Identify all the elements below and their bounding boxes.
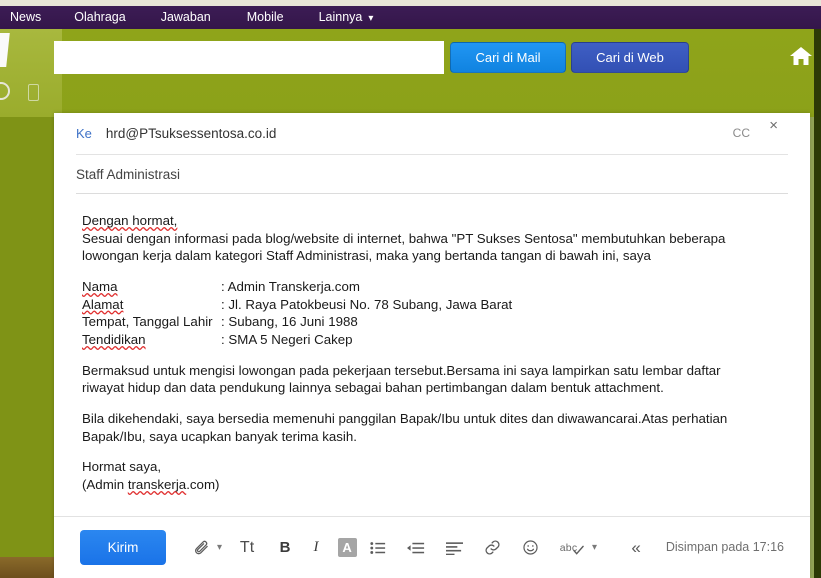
text-format-icon[interactable]: Tt [236,535,258,561]
search-input[interactable] [54,41,444,74]
chevron-down-icon: ▾ [368,7,373,30]
align-left-icon[interactable] [443,535,465,561]
font-color-icon[interactable]: A [336,535,358,561]
nav-item-olahraga[interactable]: Olahraga [74,6,125,29]
subject-field[interactable]: Staff Administrasi [76,167,180,182]
nav-item-news[interactable]: News [10,6,41,29]
greeting-text: Dengan hormat, [82,213,177,228]
body-paragraph-2: Bermaksud untuk mengisi lowongan pada pe… [82,362,788,397]
nav-item-mobile[interactable]: Mobile [247,6,284,29]
paragraph-line: riwayat hidup dan data pendukung lainnya… [82,379,788,397]
nav-item-label: Mobile [247,10,284,24]
cc-toggle[interactable]: CC [733,126,750,140]
body-spacer [82,265,788,278]
message-body[interactable]: Dengan hormat, Sesuai dengan informasi p… [54,194,810,516]
left-edge-card-icon [28,84,39,101]
detail-row: Alamat : Jl. Raya Patokbeusi No. 78 Suba… [82,296,788,314]
home-icon[interactable] [788,44,814,68]
compose-toolbar: Kirim ▾ Tt B I A [54,516,810,578]
body-spacer [82,397,788,410]
background-left-dark-band [0,117,62,557]
detail-value: : Admin Transkerja.com [221,278,360,296]
applicant-details: Nama : Admin Transkerja.com Alamat : Jl.… [82,278,788,349]
attach-chevron-icon[interactable]: ▾ [217,542,222,553]
screen: ❯ News Olahraga Jawaban Mobile Lainnya ▾… [0,0,821,578]
spellcheck-chevron-icon[interactable]: ▾ [592,542,597,553]
detail-row: Tempat, Tanggal Lahir : Subang, 16 Juni … [82,313,788,331]
emoji-icon[interactable] [519,535,541,561]
nav-item-label: Jawaban [161,10,211,24]
background-right-edge [814,29,821,578]
paragraph-line: Bermaksud untuk mengisi lowongan pada pe… [82,362,788,380]
body-signature: Hormat saya, (Admin transkerja.com) [82,458,788,493]
intro-line-1: Sesuai dengan informasi pada blog/websit… [82,230,788,248]
to-label: Ke [76,126,92,141]
collapse-toolbar-icon[interactable]: « [625,535,647,561]
send-button[interactable]: Kirim [80,530,166,565]
formatting-tools: ▾ Tt B I A [190,535,656,561]
font-color-glyph: A [338,538,357,557]
background-bottom-band [0,557,62,578]
paragraph-line: Bila dikehendaki, saya bersedia memenuhi… [82,410,788,428]
nav-item-label: Lainnya [319,6,363,29]
detail-value: : Jl. Raya Patokbeusi No. 78 Subang, Jaw… [221,296,512,314]
saved-status: Disimpan pada 17:16 [666,540,784,554]
compose-window: Ke hrd@PTsuksessentosa.co.id CC × Staff … [54,113,810,578]
attach-icon[interactable] [190,535,212,561]
signature-line-2: (Admin transkerja.com) [82,476,788,494]
nav-item-label: News [10,10,41,24]
detail-value: : SMA 5 Negeri Cakep [221,331,353,349]
link-icon[interactable] [481,535,503,561]
search-web-button[interactable]: Cari di Web [571,42,689,73]
detail-value: : Subang, 16 Juni 1988 [221,313,358,331]
body-spacer [82,349,788,362]
intro-line-2: lowongan kerja dalam kategori Staff Admi… [82,247,788,265]
body-spacer [82,445,788,458]
to-field[interactable]: hrd@PTsuksessentosa.co.id [106,126,277,141]
detail-key: Nama [82,278,221,296]
detail-key: Tempat, Tanggal Lahir [82,313,221,331]
recipient-row[interactable]: Ke hrd@PTsuksessentosa.co.id CC × [76,113,788,155]
nav-item-lainnya[interactable]: Lainnya ▾ [319,6,374,29]
signature-line-1: Hormat saya, [82,458,788,476]
paragraph-line: Bapak/Ibu, saya ucapkan banyak terima ka… [82,428,788,446]
subject-row[interactable]: Staff Administrasi [76,155,788,194]
body-paragraph-greeting: Dengan hormat, Sesuai dengan informasi p… [82,212,788,265]
compose-header: Ke hrd@PTsuksessentosa.co.id CC × Staff … [54,113,810,194]
detail-key: Tendidikan [82,331,221,349]
nav-item-jawaban[interactable]: Jawaban [161,6,211,29]
spellcheck-icon[interactable]: abc [557,535,587,561]
body-paragraph-3: Bila dikehendaki, saya bersedia memenuhi… [82,410,788,445]
close-icon[interactable]: × [769,118,778,133]
nav-item-label: Olahraga [74,10,125,24]
search-mail-button[interactable]: Cari di Mail [450,42,566,73]
background-left-light-band [0,29,62,117]
top-navbar: News Olahraga Jawaban Mobile Lainnya ▾ [0,6,821,29]
detail-key: Alamat [82,296,221,314]
spellcheck-glyph: abc [560,542,578,554]
detail-row: Nama : Admin Transkerja.com [82,278,788,296]
italic-icon[interactable]: I [305,535,327,561]
bullet-list-icon[interactable] [367,535,389,561]
bold-icon[interactable]: B [274,535,296,561]
indent-list-icon[interactable] [405,535,427,561]
detail-row: Tendidikan : SMA 5 Negeri Cakep [82,331,788,349]
